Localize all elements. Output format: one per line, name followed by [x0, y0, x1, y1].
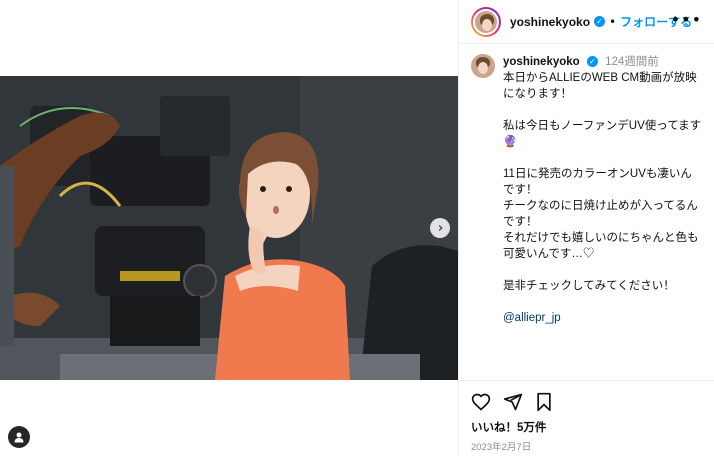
post-time-ago[interactable]: 124週間前 [605, 56, 659, 68]
post-media-area: › [0, 0, 458, 456]
caption-username[interactable]: yoshinekyoko [503, 56, 580, 68]
post-header: yoshinekyoko ✓ • フォローする ••• [459, 0, 714, 44]
separator-dot: • [609, 14, 617, 29]
user-tag-icon [14, 432, 24, 443]
header-username[interactable]: yoshinekyoko [510, 15, 590, 29]
heart-icon [471, 393, 491, 411]
like-button[interactable] [471, 392, 491, 412]
caption-line: それだけでも嬉しいのにちゃんと色も可愛いんです…♡ [503, 232, 699, 260]
caption-line: 本日からALLIEのWEB CM動画が放映になります！ [503, 72, 697, 100]
caption-line: 是非チェックしてみてください！ [503, 280, 675, 292]
caption-line [503, 294, 702, 310]
caption-verified-badge-icon: ✓ [586, 56, 598, 68]
verified-badge-icon: ✓ [594, 16, 606, 27]
story-ring[interactable] [471, 6, 501, 37]
post-photo[interactable] [0, 76, 458, 380]
photo-illustration [0, 76, 458, 380]
next-photo-button[interactable]: › [430, 218, 450, 238]
post-side-panel: yoshinekyoko ✓ • フォローする ••• yoshinekyoko… [458, 0, 714, 456]
caption-line: チークなのに日焼け止めが入ってるんです！ [503, 200, 698, 228]
save-button[interactable] [535, 392, 553, 412]
post-actions: いいね！5万件 2023年2月7日 [459, 380, 714, 453]
action-icon-row [471, 391, 703, 413]
avatar[interactable] [473, 8, 499, 35]
send-icon [503, 393, 523, 411]
share-button[interactable] [503, 392, 523, 412]
caption-block: yoshinekyoko ✓ 124週間前 本日からALLIEのWEB CM動画… [459, 44, 714, 326]
caption-line [503, 262, 702, 278]
post-date[interactable]: 2023年2月7日 [471, 439, 703, 453]
user-tag-button[interactable] [8, 426, 30, 448]
like-count[interactable]: いいね！5万件 [471, 419, 703, 435]
more-options-icon[interactable]: ••• [671, 12, 702, 28]
caption-line [503, 150, 702, 166]
mention-link[interactable]: @alliepr_jp [503, 312, 561, 324]
caption-avatar[interactable] [471, 54, 495, 78]
caption-line: 11日に発売のカラーオンUVも凄いんです！ [503, 168, 692, 196]
caption-line [503, 102, 702, 118]
bookmark-icon [537, 392, 551, 412]
caption: yoshinekyoko ✓ 124週間前 本日からALLIEのWEB CM動画… [503, 54, 702, 326]
chevron-right-icon: › [437, 220, 444, 236]
caption-line: 私は今日もノーファンデUV使ってます🔮 [503, 120, 702, 148]
